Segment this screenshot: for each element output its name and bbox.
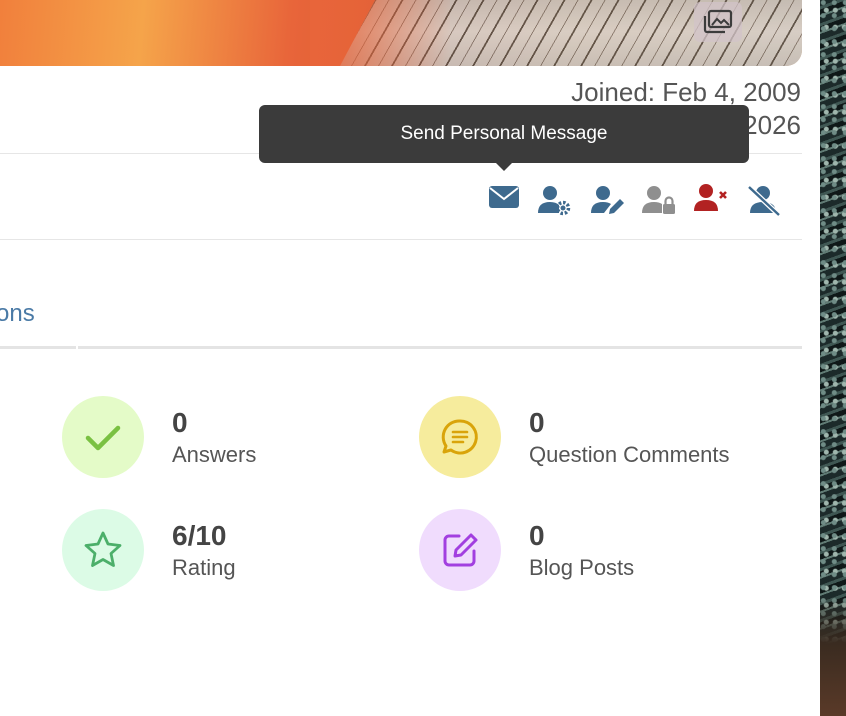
comment-icon <box>441 419 478 455</box>
answers-badge <box>62 396 144 478</box>
background-photo-strip <box>820 0 846 716</box>
divider <box>0 239 802 240</box>
user-slash-icon <box>747 185 780 217</box>
joined-date: Joined: Feb 4, 2009 <box>571 77 801 107</box>
star-icon <box>84 531 122 567</box>
check-icon <box>85 425 121 451</box>
user-remove-icon <box>694 184 727 211</box>
rating-badge <box>62 509 144 591</box>
cover-banner <box>0 0 802 66</box>
question-comments-count: 0 <box>529 407 545 438</box>
user-settings-button[interactable] <box>534 180 574 220</box>
gallery-icon <box>703 9 733 34</box>
envelope-icon <box>489 186 519 208</box>
rating-value: 6/10 <box>172 520 227 551</box>
lock-user-button[interactable] <box>639 180 679 220</box>
blog-posts-badge <box>419 509 501 591</box>
user-gear-icon <box>538 186 571 216</box>
user-lock-icon <box>642 186 675 214</box>
edit-icon <box>443 533 478 567</box>
change-cover-button[interactable] <box>694 2 742 42</box>
send-message-button[interactable] <box>484 176 524 216</box>
blog-posts-label: Blog Posts <box>529 554 635 580</box>
stat-question-comments: 0 Question Comments <box>419 396 730 478</box>
rating-label: Rating <box>172 554 236 580</box>
answers-label: Answers <box>172 441 257 467</box>
tooltip-text: Send Personal Message <box>400 123 608 144</box>
stat-blog-posts: 0 Blog Posts <box>419 509 634 591</box>
answers-count: 0 <box>172 407 188 438</box>
question-comments-label: Question Comments <box>529 441 730 467</box>
user-edit-icon <box>591 186 624 214</box>
tabs-underline <box>0 346 802 349</box>
tab-label[interactable]: ons <box>0 300 35 328</box>
question-comments-badge <box>419 396 501 478</box>
ignore-user-button[interactable] <box>743 180 783 220</box>
last-seen-date: 2026 <box>743 110 801 140</box>
edit-user-button[interactable] <box>587 180 627 220</box>
tooltip: Send Personal Message <box>259 105 749 171</box>
stat-answers: 0 Answers <box>62 396 256 478</box>
blog-posts-count: 0 <box>529 520 545 551</box>
remove-user-button[interactable] <box>691 178 731 218</box>
stat-rating: 6/10 Rating <box>62 509 236 591</box>
